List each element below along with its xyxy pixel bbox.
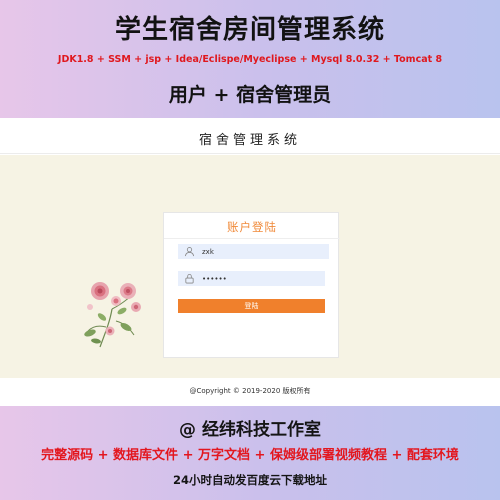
login-title: 账户登陆: [227, 220, 277, 234]
tech-stack-line: JDK1.8 + SSM + jsp + Idea/Eclispe/Myecli…: [57, 54, 443, 65]
login-title-divider: [164, 238, 340, 239]
features-line: 完整源码 + 数据库文件 + 万字文档 + 保姆级部署视频教程 + 配套环境: [41, 448, 459, 463]
app-screenshot: 宿舍管理系统 账户登陆 zxk •••••• 登陆 @Copyright © 2…: [0, 118, 500, 406]
password-field[interactable]: [178, 271, 325, 286]
login-page-body: 账户登陆 登陆: [0, 155, 500, 378]
copyright-text: @Copyright © 2019-2020 版权所有: [189, 387, 311, 395]
main-title: 学生宿舍房间管理系统: [114, 15, 385, 45]
login-button[interactable]: 登陆: [178, 299, 325, 313]
top-banner: 学生宿舍房间管理系统 JDK1.8 + SSM + jsp + Idea/Ecl…: [0, 0, 500, 116]
bottom-banner: @ 经纬科技工作室 完整源码 + 数据库文件 + 万字文档 + 保姆级部署视频教…: [0, 408, 500, 500]
username-field[interactable]: [178, 244, 329, 259]
password-input[interactable]: [202, 271, 322, 286]
delivery-line: 24小时自动发百度云下载地址: [172, 473, 327, 487]
flower-illustration: [84, 282, 141, 348]
user-icon: [184, 247, 195, 257]
system-title: 宿舍管理系统: [198, 133, 301, 148]
login-panel: 账户登陆 登陆: [163, 212, 340, 358]
system-header: 宿舍管理系统: [0, 118, 500, 154]
lock-icon: [185, 273, 194, 284]
studio-name: @ 经纬科技工作室: [179, 420, 321, 440]
roles-line: 用户 + 宿舍管理员: [168, 84, 332, 106]
username-input[interactable]: [202, 244, 322, 259]
